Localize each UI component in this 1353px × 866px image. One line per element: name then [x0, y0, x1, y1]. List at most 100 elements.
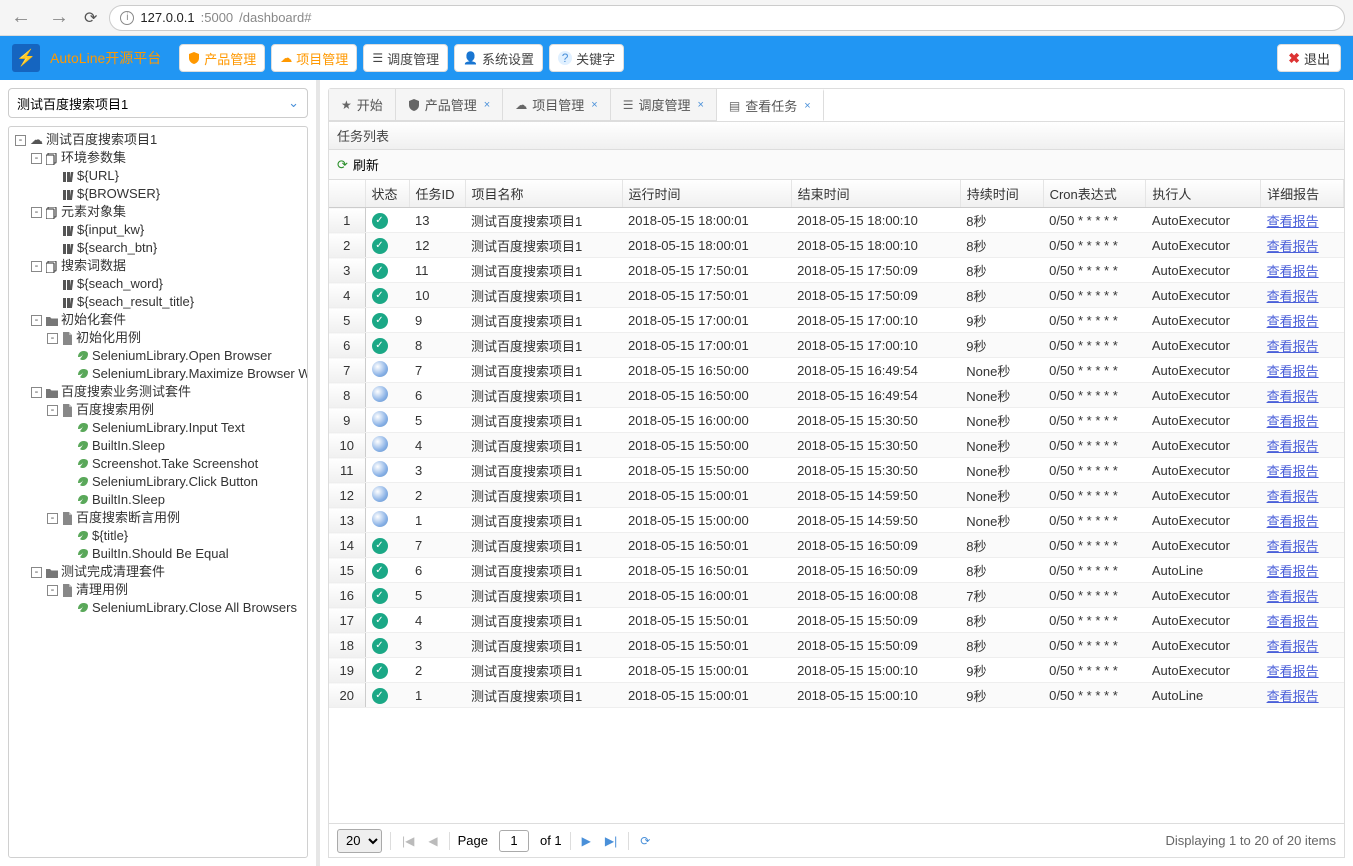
table-row[interactable]: 113测试百度搜索项目12018-05-15 15:50:002018-05-1… [329, 458, 1344, 483]
view-report-link[interactable]: 查看报告 [1267, 614, 1319, 629]
tab-产品管理[interactable]: 产品管理× [396, 89, 503, 121]
table-row[interactable]: 2✓12测试百度搜索项目12018-05-15 18:00:012018-05-… [329, 233, 1344, 258]
pager-refresh-button[interactable]: ⟳ [637, 834, 653, 848]
col-header[interactable]: 任务ID [409, 180, 465, 208]
col-header[interactable]: 执行人 [1146, 180, 1261, 208]
project-tree[interactable]: -☁测试百度搜索项目1-环境参数集${URL}${BROWSER}-元素对象集$… [8, 126, 308, 858]
tab-close-icon[interactable]: × [591, 99, 597, 111]
tree-node[interactable]: SeleniumLibrary.Input Text [13, 419, 303, 437]
view-report-link[interactable]: 查看报告 [1267, 214, 1319, 229]
view-report-link[interactable]: 查看报告 [1267, 414, 1319, 429]
tree-node[interactable]: BuiltIn.Sleep [13, 491, 303, 509]
tree-node[interactable]: -百度搜索用例 [13, 401, 303, 419]
table-row[interactable]: 17✓4测试百度搜索项目12018-05-15 15:50:012018-05-… [329, 608, 1344, 633]
table-row[interactable]: 77测试百度搜索项目12018-05-15 16:50:002018-05-15… [329, 358, 1344, 383]
tree-toggle[interactable]: - [31, 567, 42, 578]
table-row[interactable]: 16✓5测试百度搜索项目12018-05-15 16:00:012018-05-… [329, 583, 1344, 608]
view-report-link[interactable]: 查看报告 [1267, 314, 1319, 329]
table-row[interactable]: 14✓7测试百度搜索项目12018-05-15 16:50:012018-05-… [329, 533, 1344, 558]
tree-node[interactable]: -初始化用例 [13, 329, 303, 347]
col-header[interactable]: 状态 [365, 180, 409, 208]
tree-node[interactable]: ${BROWSER} [13, 185, 303, 203]
table-row[interactable]: 104测试百度搜索项目12018-05-15 15:50:002018-05-1… [329, 433, 1344, 458]
tree-node[interactable]: -环境参数集 [13, 149, 303, 167]
exit-button[interactable]: ✖退出 [1277, 44, 1341, 72]
tree-toggle[interactable]: - [47, 405, 58, 416]
pager-last-button[interactable]: ▶| [602, 834, 620, 848]
tree-toggle[interactable]: - [47, 513, 58, 524]
table-row[interactable]: 4✓10测试百度搜索项目12018-05-15 17:50:012018-05-… [329, 283, 1344, 308]
tab-close-icon[interactable]: × [484, 99, 490, 111]
pager-next-button[interactable]: ▶ [579, 834, 594, 848]
tab-close-icon[interactable]: × [697, 99, 703, 111]
tree-node[interactable]: SeleniumLibrary.Maximize Browser Wii [13, 365, 303, 383]
tree-node[interactable]: -清理用例 [13, 581, 303, 599]
view-report-link[interactable]: 查看报告 [1267, 639, 1319, 654]
col-header[interactable]: 持续时间 [960, 180, 1043, 208]
refresh-label[interactable]: 刷新 [353, 155, 379, 174]
table-row[interactable]: 15✓6测试百度搜索项目12018-05-15 16:50:012018-05-… [329, 558, 1344, 583]
col-header[interactable]: 项目名称 [465, 180, 622, 208]
table-row[interactable]: 131测试百度搜索项目12018-05-15 15:00:002018-05-1… [329, 508, 1344, 533]
tree-toggle[interactable]: - [31, 153, 42, 164]
table-row[interactable]: 20✓1测试百度搜索项目12018-05-15 15:00:012018-05-… [329, 683, 1344, 708]
tree-node[interactable]: Screenshot.Take Screenshot [13, 455, 303, 473]
tree-node[interactable]: -元素对象集 [13, 203, 303, 221]
tree-node[interactable]: SeleniumLibrary.Click Button [13, 473, 303, 491]
col-header[interactable]: 详细报告 [1261, 180, 1344, 208]
tab-调度管理[interactable]: ☰调度管理× [611, 89, 717, 121]
col-header[interactable]: 运行时间 [622, 180, 791, 208]
table-row[interactable]: 18✓3测试百度搜索项目12018-05-15 15:50:012018-05-… [329, 633, 1344, 658]
tree-toggle[interactable]: - [15, 135, 26, 146]
tree-node[interactable]: ${URL} [13, 167, 303, 185]
view-report-link[interactable]: 查看报告 [1267, 464, 1319, 479]
tab-开始[interactable]: ★开始 [329, 89, 396, 121]
tree-toggle[interactable]: - [31, 315, 42, 326]
view-report-link[interactable]: 查看报告 [1267, 339, 1319, 354]
header-project-button[interactable]: ☁项目管理 [271, 44, 357, 72]
view-report-link[interactable]: 查看报告 [1267, 439, 1319, 454]
tree-toggle[interactable]: - [31, 261, 42, 272]
pager-prev-button[interactable]: ◀ [425, 834, 440, 848]
view-report-link[interactable]: 查看报告 [1267, 364, 1319, 379]
header-product-button[interactable]: 产品管理 [179, 44, 265, 72]
tree-toggle[interactable]: - [31, 207, 42, 218]
tree-toggle[interactable]: - [47, 333, 58, 344]
table-row[interactable]: 6✓8测试百度搜索项目12018-05-15 17:00:012018-05-1… [329, 333, 1344, 358]
tree-node[interactable]: -测试完成清理套件 [13, 563, 303, 581]
tree-node[interactable]: ${seach_word} [13, 275, 303, 293]
page-size-select[interactable]: 20 [337, 829, 382, 853]
tree-node[interactable]: -初始化套件 [13, 311, 303, 329]
tree-node[interactable]: BuiltIn.Should Be Equal [13, 545, 303, 563]
reload-button[interactable]: ⟳ [84, 8, 97, 28]
tree-node[interactable]: -百度搜索断言用例 [13, 509, 303, 527]
view-report-link[interactable]: 查看报告 [1267, 389, 1319, 404]
tree-node[interactable]: ${seach_result_title} [13, 293, 303, 311]
tree-node[interactable]: ${title} [13, 527, 303, 545]
table-row[interactable]: 1✓13测试百度搜索项目12018-05-15 18:00:012018-05-… [329, 208, 1344, 233]
tree-node[interactable]: -搜索词数据 [13, 257, 303, 275]
table-row[interactable]: 122测试百度搜索项目12018-05-15 15:00:012018-05-1… [329, 483, 1344, 508]
table-row[interactable]: 95测试百度搜索项目12018-05-15 16:00:002018-05-15… [329, 408, 1344, 433]
view-report-link[interactable]: 查看报告 [1267, 564, 1319, 579]
tree-node[interactable]: ${input_kw} [13, 221, 303, 239]
view-report-link[interactable]: 查看报告 [1267, 264, 1319, 279]
header-system-button[interactable]: 👤系统设置 [454, 44, 543, 72]
view-report-link[interactable]: 查看报告 [1267, 489, 1319, 504]
tab-项目管理[interactable]: ☁项目管理× [503, 89, 610, 121]
tree-node[interactable]: BuiltIn.Sleep [13, 437, 303, 455]
view-report-link[interactable]: 查看报告 [1267, 514, 1319, 529]
tree-node[interactable]: ${search_btn} [13, 239, 303, 257]
pager-first-button[interactable]: |◀ [399, 834, 417, 848]
view-report-link[interactable]: 查看报告 [1267, 239, 1319, 254]
tree-node[interactable]: -☁测试百度搜索项目1 [13, 131, 303, 149]
col-header[interactable]: 结束时间 [791, 180, 960, 208]
view-report-link[interactable]: 查看报告 [1267, 589, 1319, 604]
header-schedule-button[interactable]: ☰调度管理 [363, 44, 448, 72]
table-row[interactable]: 3✓11测试百度搜索项目12018-05-15 17:50:012018-05-… [329, 258, 1344, 283]
tree-toggle[interactable]: - [47, 585, 58, 596]
view-report-link[interactable]: 查看报告 [1267, 689, 1319, 704]
url-bar[interactable]: i 127.0.0.1:5000/dashboard# [109, 5, 1345, 31]
tab-查看任务[interactable]: ▤查看任务× [717, 89, 824, 121]
tree-node[interactable]: SeleniumLibrary.Close All Browsers [13, 599, 303, 617]
